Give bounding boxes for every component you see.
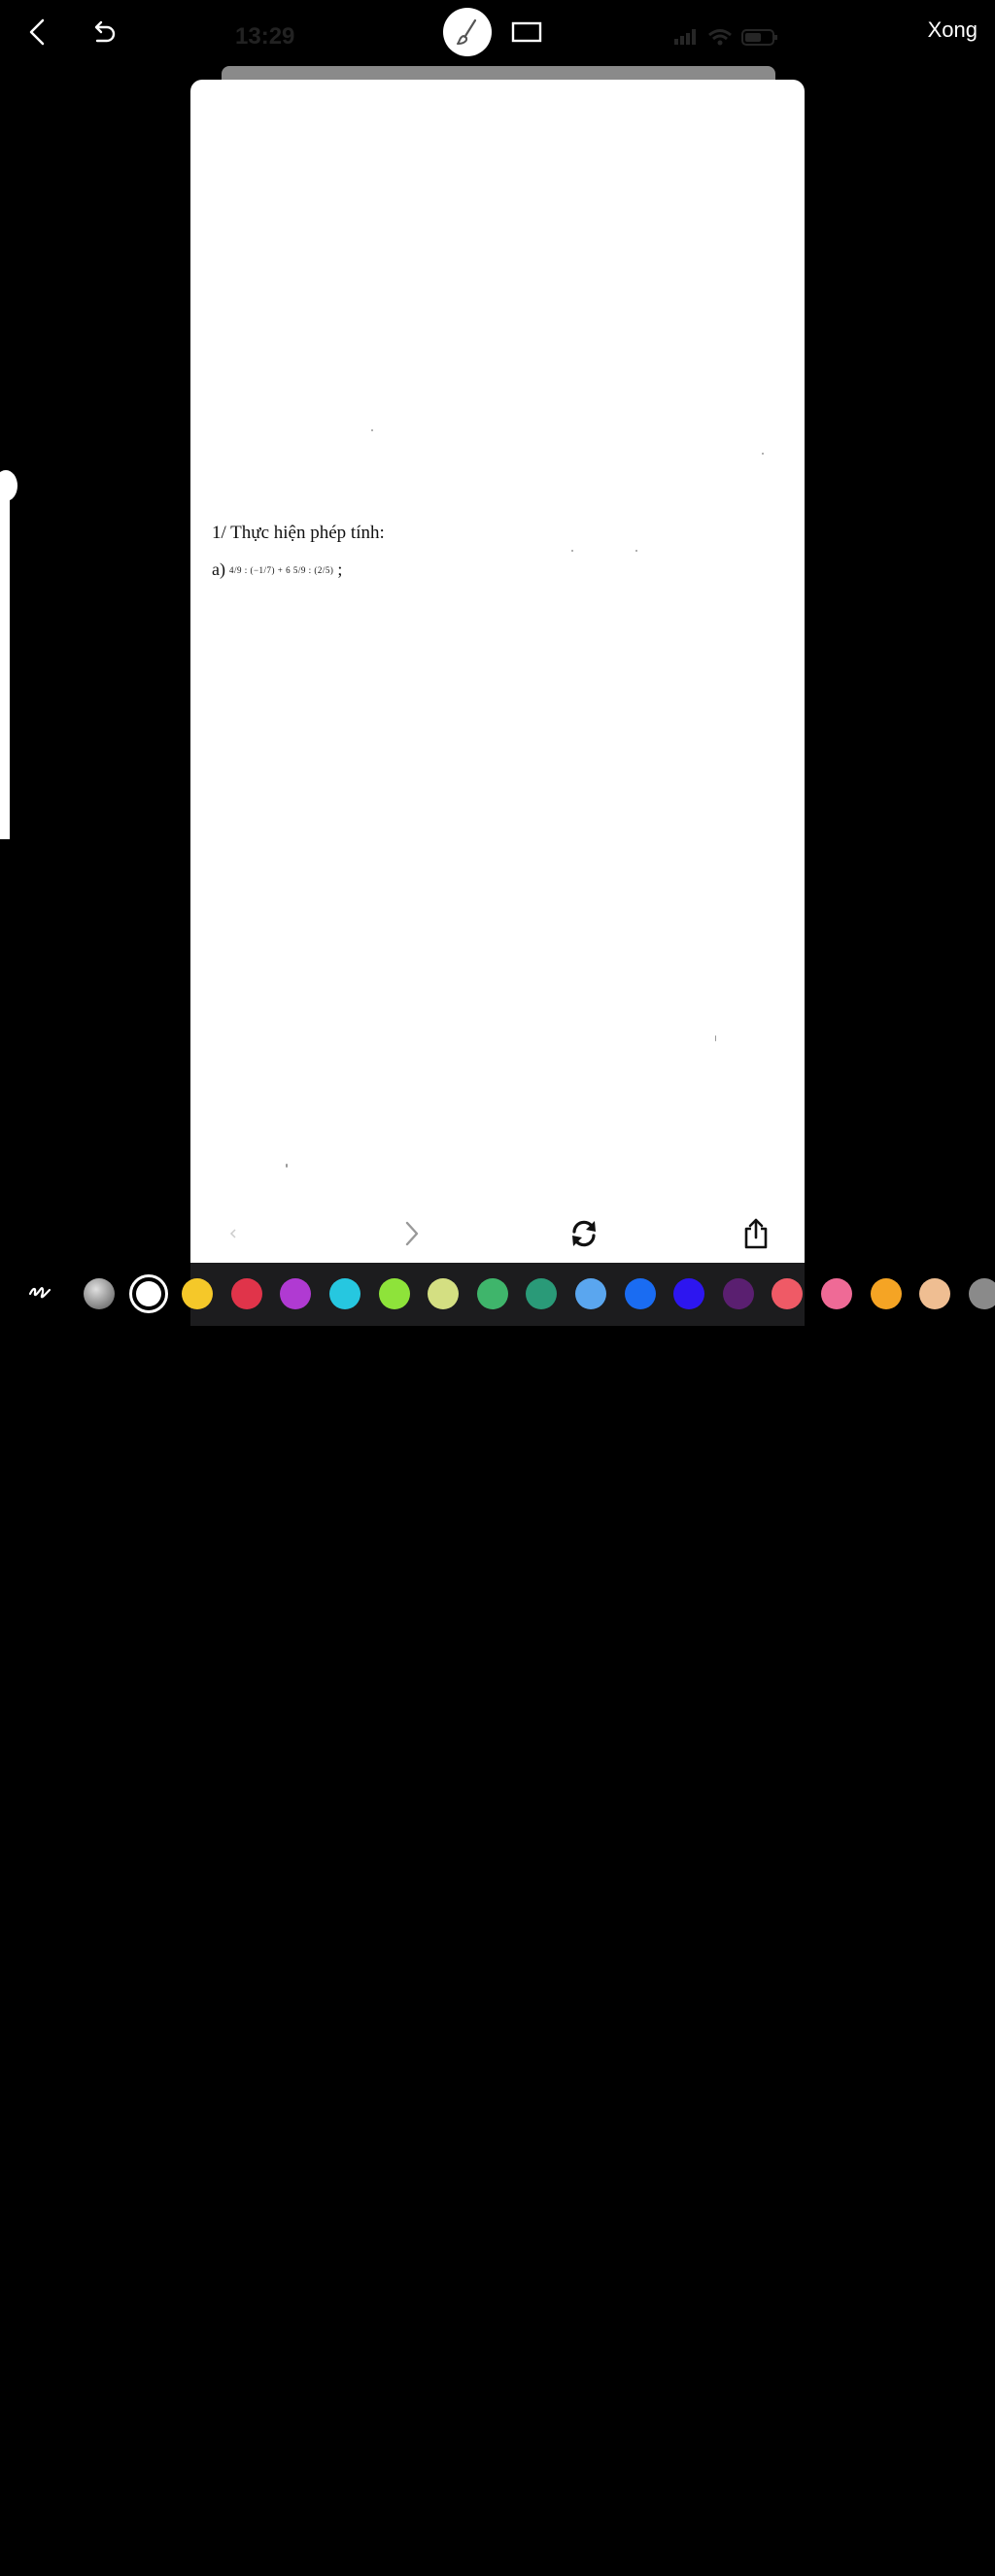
document-item: a) 4/9 : (−1/7) + 6 5/9 : (2/5) ;: [212, 559, 342, 580]
rotate-button[interactable]: [565, 1214, 603, 1253]
rectangle-icon: [511, 21, 542, 43]
chevron-left-icon: [29, 18, 45, 46]
color-swatch[interactable]: [329, 1278, 360, 1309]
color-swatch[interactable]: [128, 1274, 168, 1313]
scribble-icon: [28, 1287, 51, 1299]
color-swatch[interactable]: [84, 1278, 115, 1309]
rectangle-tool-button[interactable]: [507, 14, 546, 51]
page-navigation: [190, 1214, 805, 1253]
home-indicator: [389, 2570, 606, 2576]
color-swatch[interactable]: [870, 1278, 902, 1309]
scan-speck: [635, 550, 637, 552]
item-end: ;: [337, 559, 343, 579]
scan-speck: [286, 1164, 288, 1168]
brush-size-slider[interactable]: [0, 480, 10, 839]
color-swatch[interactable]: [476, 1278, 508, 1309]
brush-tool-button[interactable]: [443, 8, 492, 56]
share-icon: [744, 1218, 768, 1249]
color-swatch[interactable]: [378, 1278, 410, 1309]
previous-page-button[interactable]: [214, 1214, 253, 1253]
next-page-button[interactable]: [393, 1214, 431, 1253]
color-palette: [0, 1263, 995, 2576]
rotate-icon: [572, 1220, 596, 1247]
scan-speck: [371, 429, 373, 431]
scan-speck: [762, 453, 764, 455]
brush-size-slider-knob[interactable]: [0, 470, 17, 501]
color-swatch[interactable]: [182, 1278, 214, 1309]
chevron-left-icon: [229, 1229, 236, 1238]
color-swatch[interactable]: [428, 1278, 460, 1309]
undo-icon: [94, 20, 116, 43]
math-formula: 4/9 : (−1/7) + 6 5/9 : (2/5): [228, 564, 334, 575]
top-toolbar: 13:29 Xong: [0, 0, 995, 68]
brush-icon: [457, 18, 477, 45]
color-swatch[interactable]: [673, 1278, 705, 1309]
status-icons: [674, 29, 777, 46]
pen-style-button[interactable]: [23, 1276, 56, 1309]
share-button[interactable]: [737, 1214, 775, 1253]
document-heading: 1/ Thực hiện phép tính:: [212, 523, 385, 543]
color-swatch[interactable]: [919, 1278, 951, 1309]
back-button[interactable]: [21, 14, 52, 51]
done-button[interactable]: Xong: [928, 17, 978, 43]
color-swatch[interactable]: [575, 1278, 606, 1309]
color-swatch[interactable]: [821, 1278, 852, 1309]
document-page[interactable]: 1/ Thực hiện phép tính: a) 4/9 : (−1/7) …: [190, 80, 805, 1274]
undo-button[interactable]: [86, 14, 120, 51]
scan-speck: [715, 1035, 716, 1041]
color-swatch[interactable]: [968, 1278, 995, 1309]
color-swatch[interactable]: [624, 1278, 656, 1309]
status-time: 13:29: [235, 23, 295, 50]
color-swatch[interactable]: [722, 1278, 754, 1309]
scan-speck: [571, 550, 573, 552]
item-label: a): [212, 559, 225, 579]
color-swatch[interactable]: [230, 1278, 262, 1309]
chevron-right-icon: [405, 1221, 419, 1246]
